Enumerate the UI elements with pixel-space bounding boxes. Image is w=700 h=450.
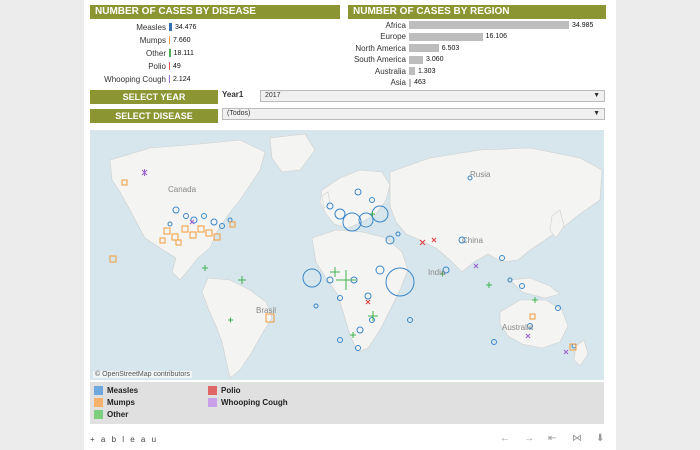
world-map[interactable]: Canada Rusia China India Brasil Australi…	[90, 130, 604, 380]
legend-swatch	[94, 410, 103, 419]
region-bar[interactable]	[409, 78, 412, 87]
legend-item-whooping-cough[interactable]: Whooping Cough	[208, 398, 288, 407]
region-value: 3.060	[425, 56, 444, 63]
chevron-down-icon: ▼	[593, 92, 600, 99]
disease-value: 18.111	[173, 49, 194, 57]
legend-label: Polio	[221, 386, 241, 395]
download-icon[interactable]: ⬇	[596, 433, 604, 444]
map-label-russia: Rusia	[470, 170, 491, 179]
legend-swatch	[94, 386, 103, 395]
disease-bar[interactable]	[169, 62, 170, 70]
region-label: South America	[353, 55, 406, 64]
disease-bar[interactable]	[169, 23, 172, 31]
disease-label: Other	[145, 48, 166, 58]
region-section-title: NUMBER OF CASES BY REGION	[348, 5, 606, 19]
disease-label: Mumps	[139, 35, 166, 45]
year-filter-label: Year1	[222, 90, 244, 99]
legend-label: Other	[107, 410, 129, 419]
legend-label: Whooping Cough	[221, 398, 288, 407]
legend-item-measles[interactable]: Measles	[94, 386, 138, 395]
region-label: Asia	[390, 78, 406, 87]
disease-bar[interactable]	[169, 49, 171, 57]
legend-label: Measles	[107, 386, 139, 395]
region-row[interactable]: North America 6.503	[348, 42, 606, 54]
region-value: 34.985	[572, 21, 594, 29]
disease-label: Measles	[136, 22, 166, 32]
tableau-logo[interactable]: + a b l e a u	[90, 435, 158, 444]
select-year-button[interactable]: SELECT YEAR	[90, 90, 218, 104]
region-bar[interactable]	[409, 55, 423, 64]
disease-row[interactable]: Whooping Cough 2.124	[90, 73, 340, 85]
disease-section-title: NUMBER OF CASES BY DISEASE	[90, 5, 340, 19]
tableau-toolbar: + a b l e a u ← → ⇤ ⋈ ⬇	[84, 430, 616, 450]
legend-swatch	[208, 398, 217, 407]
disease-row[interactable]: Measles 34.476	[90, 21, 340, 33]
legend-swatch	[208, 386, 217, 395]
disease-dropdown[interactable]: (Todos) ▼	[222, 108, 605, 120]
disease-label: Polio	[148, 61, 166, 71]
map-label-canada: Canada	[168, 185, 197, 194]
region-value: 16.106	[485, 33, 508, 40]
region-row[interactable]: Europe 16.106	[348, 31, 606, 43]
region-bar[interactable]	[409, 21, 569, 29]
legend: Measles Polio Mumps Whooping Cough Other	[90, 382, 604, 424]
year-dropdown-value: 2017	[265, 92, 281, 99]
legend-label: Mumps	[107, 398, 135, 407]
map-label-brasil: Brasil	[256, 306, 276, 315]
region-bar[interactable]	[409, 44, 439, 52]
disease-value: 2.124	[173, 75, 191, 83]
revert-icon[interactable]: ⇤	[548, 433, 556, 444]
map-label-china: China	[462, 236, 483, 245]
disease-row[interactable]: Mumps 7.660	[90, 34, 340, 46]
region-label: North America	[355, 43, 406, 53]
region-label: Europe	[380, 32, 406, 41]
disease-row[interactable]: Polio 49	[90, 60, 340, 72]
region-row[interactable]: South America 3.060	[348, 54, 606, 66]
region-value: 463	[414, 79, 426, 86]
redo-icon[interactable]: →	[524, 433, 534, 444]
year-dropdown[interactable]: 2017 ▼	[260, 90, 605, 102]
region-value: 6.503	[441, 44, 460, 52]
dashboard: NUMBER OF CASES BY DISEASE Measles 34.476…	[84, 0, 616, 450]
region-row[interactable]: Africa 34.985	[348, 19, 606, 31]
map-label-australia: Australia	[502, 323, 534, 332]
region-bar[interactable]	[409, 67, 415, 75]
select-disease-button[interactable]: SELECT DISEASE	[90, 109, 218, 123]
chevron-down-icon: ▼	[593, 110, 600, 117]
legend-item-mumps[interactable]: Mumps	[94, 398, 135, 407]
undo-icon[interactable]: ←	[500, 433, 510, 444]
region-row[interactable]: Asia 463	[348, 77, 606, 89]
disease-value: 7.660	[173, 36, 191, 44]
land-layer	[109, 133, 603, 379]
map-attribution[interactable]: © OpenStreetMap contributors	[93, 371, 193, 378]
region-label: Africa	[385, 20, 406, 30]
map-canvas: Canada Rusia China India Brasil Australi…	[109, 133, 603, 379]
legend-swatch	[94, 398, 103, 407]
disease-value: 49	[173, 62, 181, 70]
disease-bar[interactable]	[169, 75, 170, 83]
disease-row[interactable]: Other 18.111	[90, 47, 340, 59]
legend-item-polio[interactable]: Polio	[208, 386, 241, 395]
disease-dropdown-value: (Todos)	[227, 110, 251, 117]
disease-value: 34.476	[175, 23, 197, 31]
region-label: Australia	[374, 66, 406, 76]
region-row[interactable]: Australia 1.303	[348, 65, 606, 77]
legend-item-other[interactable]: Other	[94, 410, 128, 419]
share-icon[interactable]: ⋈	[572, 433, 582, 444]
map-label-india: India	[428, 268, 446, 277]
disease-bar[interactable]	[169, 36, 170, 44]
disease-label: Whooping Cough	[104, 74, 166, 84]
region-bar[interactable]	[409, 32, 483, 41]
region-value: 1.303	[417, 67, 436, 75]
